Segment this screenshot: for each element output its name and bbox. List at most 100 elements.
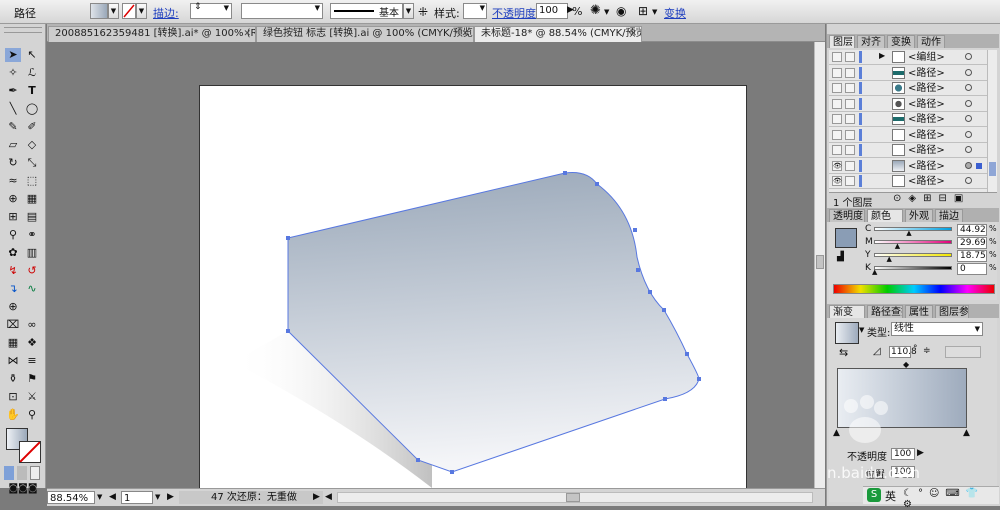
visibility-icon[interactable]: [832, 52, 842, 62]
direct-selection-tool-icon[interactable]: ↖: [24, 48, 40, 62]
opacity-link[interactable]: 不透明度:: [492, 5, 540, 21]
opacity-input[interactable]: 100: [536, 3, 568, 19]
layer-row[interactable]: <路径>: [829, 112, 987, 127]
tab-color[interactable]: 颜色: [867, 209, 903, 222]
reverse-gradient-icon[interactable]: ⇆: [839, 346, 848, 359]
symbol-sprayer-tool-icon[interactable]: ✿: [5, 246, 21, 260]
doc-tab-2[interactable]: 绿色按钮 标志 [转换].ai @ 100% (CMYK/预览) ✕: [256, 26, 474, 42]
layer-tool-icon[interactable]: ❖: [24, 336, 40, 350]
paintbrush-tool-icon[interactable]: ✎: [5, 120, 21, 134]
selection-tool-icon[interactable]: ➤: [5, 48, 21, 62]
layer-row[interactable]: <路径>: [829, 127, 987, 143]
channel-value-input[interactable]: 0: [957, 263, 987, 275]
lock-toggle[interactable]: [845, 67, 855, 78]
lock-toggle[interactable]: [845, 98, 855, 109]
transform-link[interactable]: 变换: [664, 5, 686, 21]
scroll-thumb[interactable]: [816, 255, 824, 269]
brush-definition-dropdown[interactable]: 基本: [330, 3, 403, 19]
lock-toggle[interactable]: [845, 83, 855, 93]
channel-slider[interactable]: [874, 266, 952, 270]
tab-transform[interactable]: 变换: [887, 35, 915, 48]
next-page-icon[interactable]: ▶: [167, 491, 174, 504]
previous-page-icon[interactable]: ◀: [109, 491, 116, 504]
status-menu-icon[interactable]: ▶: [313, 491, 320, 504]
stroke-weight-input[interactable]: ⇕ ▼: [190, 2, 232, 19]
stroke-swatch[interactable]: [122, 3, 136, 19]
ime-toolbar-icons[interactable]: ☾°☺⌨👕⚙: [903, 488, 999, 510]
tab-stroke[interactable]: 描边: [935, 209, 963, 222]
slider-thumb[interactable]: ▲: [872, 268, 877, 276]
doc-tab-3[interactable]: 未标题-18* @ 88.54% (CMYK/预览) ✕: [474, 26, 642, 42]
brush-dropdown[interactable]: ▼: [403, 3, 414, 19]
slice-tool-icon[interactable]: ∞: [24, 318, 40, 332]
gradient-tool-icon[interactable]: ▤: [24, 210, 40, 224]
fill-swatch[interactable]: [90, 3, 108, 19]
sogou-ime-icon[interactable]: S: [867, 488, 881, 502]
canvas-area[interactable]: [47, 42, 814, 488]
visibility-icon[interactable]: 👁: [832, 160, 842, 171]
none-mode-icon[interactable]: [30, 466, 40, 480]
screen-mode-icon[interactable]: ◙◙◙: [4, 482, 42, 496]
anchor-point[interactable]: [663, 397, 667, 401]
chevron-right-icon[interactable]: ▶: [879, 51, 885, 60]
layer-row[interactable]: <路径>: [829, 65, 987, 81]
tab-appearance[interactable]: 外观: [905, 209, 933, 222]
gradient-swatch[interactable]: [835, 322, 859, 344]
target-icon[interactable]: [965, 68, 972, 76]
scroll-thumb[interactable]: [566, 493, 580, 502]
free-transform-tool-icon[interactable]: ⬚: [24, 174, 40, 188]
graphic-style-swatch[interactable]: ▼: [463, 3, 487, 19]
knife-tool-icon[interactable]: ⚔: [24, 390, 40, 404]
layer-row[interactable]: 👁 <路径>: [829, 174, 987, 189]
chevron-down-icon[interactable]: ▼: [859, 326, 864, 334]
layer-row[interactable]: <路径>: [829, 96, 987, 112]
hand-tool-icon[interactable]: ✋: [5, 408, 21, 422]
anchor-point[interactable]: [563, 171, 567, 175]
chevron-down-icon[interactable]: ▼: [652, 8, 657, 16]
anchor-point[interactable]: [648, 290, 652, 294]
color-mode-icon[interactable]: [4, 466, 14, 480]
doc-tab-1[interactable]: 200885162359481 [转换].ai* @ 100% (RGB/预览)…: [48, 26, 256, 42]
visibility-icon[interactable]: [832, 98, 842, 109]
warp-tool-icon[interactable]: ≈: [5, 174, 21, 188]
target-icon[interactable]: [965, 84, 972, 91]
slider-thumb[interactable]: ▲: [906, 229, 911, 237]
channel-value-input[interactable]: 29.69: [957, 237, 987, 249]
layer-row[interactable]: <路径>: [829, 81, 987, 96]
select-similar-icon[interactable]: ⊞: [638, 4, 648, 18]
tab-pathfinder[interactable]: 路径查找: [867, 305, 903, 318]
target-icon[interactable]: [965, 99, 972, 107]
anchor-point[interactable]: [685, 352, 689, 356]
live-paint-selection-tool-icon[interactable]: ↺: [24, 264, 40, 278]
scale-tool-icon[interactable]: ⤡: [24, 156, 40, 170]
shape-builder-tool-icon[interactable]: ⊕: [5, 192, 21, 206]
gradient-stop-end[interactable]: ▲: [963, 428, 970, 438]
anchor-point[interactable]: [633, 228, 637, 232]
align-tool-icon[interactable]: ⋈: [5, 354, 21, 368]
list-tool-icon[interactable]: ≡: [24, 354, 40, 368]
artboard-tool-icon[interactable]: ⌧: [5, 318, 21, 332]
channel-value-input[interactable]: 18.75: [957, 250, 987, 262]
anchor-point[interactable]: [286, 236, 290, 240]
visibility-icon[interactable]: [832, 67, 842, 78]
layer-row[interactable]: 👁 <路径>: [829, 158, 987, 174]
color-spectrum-bar[interactable]: [833, 284, 995, 294]
fill-color-swatch[interactable]: [835, 228, 857, 248]
lock-toggle[interactable]: [845, 145, 855, 155]
anchor-point[interactable]: [662, 308, 666, 312]
slider-thumb[interactable]: ▲: [895, 242, 900, 250]
magic-wand-tool-icon[interactable]: ✧: [5, 66, 21, 80]
stroke-color-swatch[interactable]: [19, 441, 41, 463]
eraser-tool-icon[interactable]: ◇: [24, 138, 40, 152]
target-icon[interactable]: [965, 177, 972, 184]
measure-tool-icon[interactable]: ⚱: [5, 372, 21, 386]
angle-input[interactable]: 110.8: [889, 346, 917, 358]
scroll-thumb[interactable]: [989, 162, 996, 176]
variable-width-dropdown[interactable]: ▼: [241, 3, 323, 19]
target-icon[interactable]: [965, 53, 972, 60]
tab-layers[interactable]: 图层: [829, 35, 855, 48]
column-graph-tool-icon[interactable]: ▥: [24, 246, 40, 260]
chevron-down-icon[interactable]: ▼: [97, 491, 102, 504]
anchor-point[interactable]: [416, 458, 420, 462]
perspective-grid-tool-icon[interactable]: ▦: [24, 192, 40, 206]
